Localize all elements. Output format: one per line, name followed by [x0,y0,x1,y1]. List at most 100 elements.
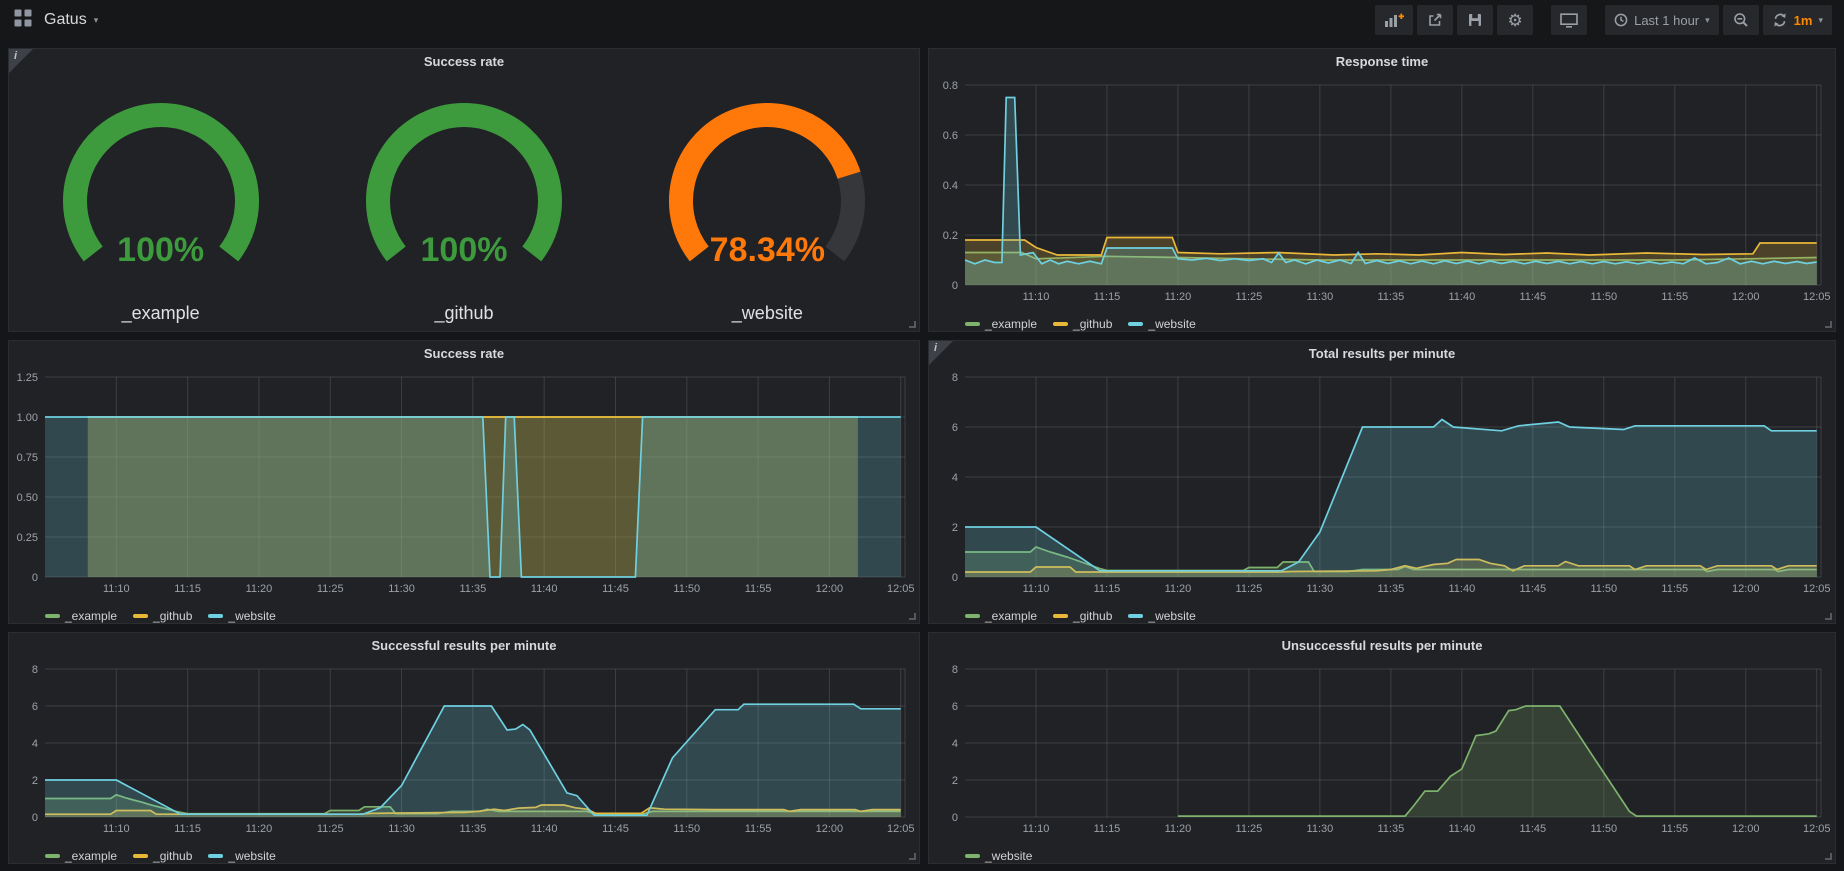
clock-icon [1614,13,1628,27]
legend: _example _github _website [9,844,919,868]
legend-color-swatch [1053,614,1068,618]
legend-label: _website [1148,317,1195,331]
legend-label: _website [228,849,275,863]
legend-label: _github [1073,317,1112,331]
legend-label: _website [1148,609,1195,623]
svg-text:11:15: 11:15 [174,823,201,835]
resize-handle[interactable] [909,853,916,860]
add-panel-button[interactable] [1375,5,1413,35]
refresh-interval-label: 1m [1794,13,1813,28]
legend-item-website[interactable]: _website [1128,317,1195,331]
total-results-chart[interactable]: 0246811:1011:1511:2011:2511:3011:3511:40… [929,367,1835,604]
svg-text:11:25: 11:25 [317,823,344,835]
legend-item-example[interactable]: _example [45,609,117,623]
svg-text:11:40: 11:40 [531,583,558,595]
legend-label: _example [985,317,1037,331]
panel-title[interactable]: Total results per minute [929,341,1835,367]
refresh-icon [1772,12,1788,28]
tv-mode-button[interactable] [1551,5,1587,35]
apps-grid-icon[interactable] [14,9,32,32]
panel-successful-results: Successful results per minute 0246811:10… [8,632,920,864]
dashboard-title-dropdown[interactable]: Gatus ▾ [44,11,98,29]
success-rate-chart[interactable]: 00.250.500.751.001.2511:1011:1511:2011:2… [9,367,919,604]
share-button[interactable] [1417,5,1453,35]
legend-color-swatch [965,614,980,618]
unsuccessful-results-chart[interactable]: 0246811:1011:1511:2011:2511:3011:3511:40… [929,659,1835,844]
legend-item-website[interactable]: _website [208,609,275,623]
svg-text:11:10: 11:10 [1023,291,1050,303]
svg-text:11:50: 11:50 [1590,823,1617,835]
legend-item-github[interactable]: _github [133,849,192,863]
svg-text:11:15: 11:15 [174,583,201,595]
panel-title[interactable]: Response time [929,49,1835,75]
legend-color-swatch [965,854,980,858]
zoom-out-button[interactable] [1723,5,1759,35]
panel-title[interactable]: Successful results per minute [9,633,919,659]
legend-item-github[interactable]: _github [1053,609,1112,623]
svg-text:0.25: 0.25 [17,532,38,544]
svg-text:11:10: 11:10 [1023,583,1050,595]
svg-text:2: 2 [952,775,958,787]
resize-handle[interactable] [1825,321,1832,328]
svg-text:12:00: 12:00 [1732,291,1760,303]
legend-item-example[interactable]: _example [965,317,1037,331]
caret-down-icon: ▾ [1818,15,1823,26]
svg-text:6: 6 [32,701,38,713]
svg-text:11:20: 11:20 [246,823,273,835]
legend-item-example[interactable]: _example [965,609,1037,623]
svg-text:12:00: 12:00 [816,583,844,595]
legend-item-example[interactable]: _example [45,849,117,863]
resize-handle[interactable] [909,321,916,328]
svg-text:11:45: 11:45 [1519,291,1546,303]
svg-text:8: 8 [952,664,958,676]
svg-text:12:05: 12:05 [1803,583,1831,595]
resize-handle[interactable] [1825,613,1832,620]
svg-text:4: 4 [952,472,958,484]
resize-handle[interactable] [1825,853,1832,860]
svg-text:11:50: 11:50 [673,583,700,595]
svg-text:11:45: 11:45 [602,583,629,595]
panel-info-icon[interactable]: i [929,341,953,365]
time-range-picker[interactable]: Last 1 hour ▾ [1605,5,1719,35]
legend: _example _github _website [929,312,1835,336]
save-button[interactable] [1457,5,1493,35]
response-time-chart[interactable]: 00.20.40.60.811:1011:1511:2011:2511:3011… [929,75,1835,312]
panel-total-results: i Total results per minute 0246811:1011:… [928,340,1836,624]
top-navbar: Gatus ▾ ⚙ [0,0,1844,40]
legend-color-swatch [208,854,223,858]
panel-title[interactable]: Success rate [9,49,919,75]
legend-label: _github [1073,609,1112,623]
svg-text:11:10: 11:10 [1023,823,1050,835]
tv-mode-icon [1560,13,1578,28]
svg-text:11:10: 11:10 [103,823,130,835]
panel-success-rate-gauges: i Success rate 100% _example 100% _githu… [8,48,920,332]
svg-text:0: 0 [32,812,38,824]
svg-text:0.8: 0.8 [943,80,958,92]
successful-results-chart[interactable]: 0246811:1011:1511:2011:2511:3011:3511:40… [9,659,919,844]
settings-button[interactable]: ⚙ [1497,5,1533,35]
gauge-value: 100% [312,231,615,270]
dashboard-grid: i Success rate 100% _example 100% _githu… [0,40,1844,871]
svg-text:11:35: 11:35 [460,583,487,595]
legend-item-github[interactable]: _github [1053,317,1112,331]
svg-text:11:20: 11:20 [1165,823,1192,835]
legend: _website [929,844,1835,868]
svg-text:11:20: 11:20 [246,583,273,595]
panel-info-icon[interactable]: i [9,49,33,73]
legend-item-website[interactable]: _website [1128,609,1195,623]
legend-item-github[interactable]: _github [133,609,192,623]
svg-text:11:30: 11:30 [388,583,415,595]
panel-title[interactable]: Success rate [9,341,919,367]
legend-item-website[interactable]: _website [965,849,1032,863]
refresh-picker[interactable]: 1m ▾ [1763,5,1832,35]
legend-item-website[interactable]: _website [208,849,275,863]
svg-text:11:40: 11:40 [1448,291,1475,303]
gauge-label: _website [732,303,803,324]
resize-handle[interactable] [909,613,916,620]
svg-text:4: 4 [952,738,958,750]
svg-text:11:55: 11:55 [1661,291,1688,303]
svg-text:11:15: 11:15 [1094,583,1121,595]
panel-title[interactable]: Unsuccessful results per minute [929,633,1835,659]
svg-text:11:50: 11:50 [1590,291,1617,303]
svg-text:11:35: 11:35 [1378,823,1405,835]
